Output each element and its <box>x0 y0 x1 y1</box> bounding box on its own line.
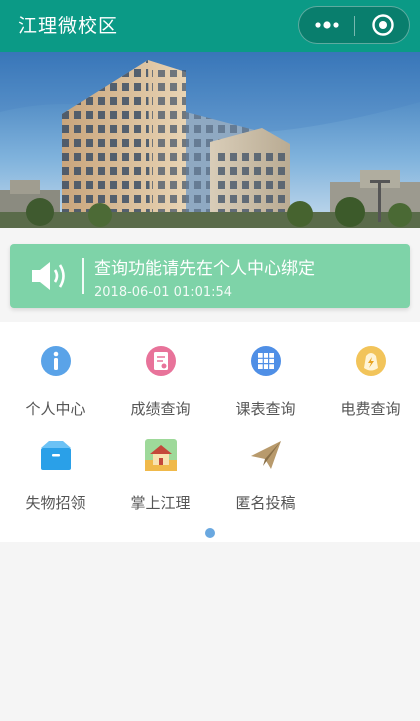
menu-label: 电费查询 <box>340 400 401 418</box>
notice-timestamp: 2018-06-01 01:01:54 <box>94 285 233 300</box>
menu-item-timetable-query[interactable]: 课表查询 <box>213 322 318 418</box>
info-icon <box>41 346 71 376</box>
campus-banner[interactable] <box>0 52 420 228</box>
lost-found-box-icon <box>41 441 71 470</box>
menu-item-mobile-jiangli[interactable]: 掌上江理 <box>108 416 213 512</box>
page-dot-active[interactable] <box>205 528 215 538</box>
menu-label: 掌上江理 <box>130 494 191 512</box>
campus-home-icon <box>145 439 177 471</box>
speaker-icon <box>32 262 65 290</box>
page-indicator <box>0 528 420 538</box>
grade-report-icon <box>146 346 176 376</box>
menu-item-anonymous-post[interactable]: 匿名投稿 <box>213 416 318 512</box>
menu-item-grade-query[interactable]: 成绩查询 <box>108 322 213 418</box>
campus-building-photo <box>0 52 420 228</box>
app-title: 江理微校区 <box>18 15 119 37</box>
electricity-bill-icon <box>356 346 386 376</box>
notice-message: 查询功能请先在个人中心绑定 <box>94 259 315 279</box>
notice-banner[interactable]: 查询功能请先在个人中心绑定 2018-06-01 01:01:54 <box>10 244 410 308</box>
menu-label: 匿名投稿 <box>235 494 296 512</box>
timetable-grid-icon <box>251 346 281 376</box>
title-bar: 江理微校区 <box>0 0 420 52</box>
close-button[interactable] <box>355 7 410 43</box>
menu-item-personal-center[interactable]: 个人中心 <box>3 322 108 418</box>
function-menu: 个人中心 成绩查询 课表查询 电费查询 失物招领 掌上江理 匿名投稿 <box>0 322 420 542</box>
mini-program-capsule <box>298 6 410 44</box>
menu-item-lost-found[interactable]: 失物招领 <box>3 416 108 512</box>
target-circle-icon <box>371 14 394 36</box>
paper-plane-icon <box>251 441 281 469</box>
more-button[interactable] <box>299 7 354 43</box>
more-dots-icon <box>314 21 339 29</box>
menu-item-electricity-query[interactable]: 电费查询 <box>318 322 420 418</box>
notice-divider <box>82 258 84 294</box>
menu-label: 失物招领 <box>25 494 86 512</box>
